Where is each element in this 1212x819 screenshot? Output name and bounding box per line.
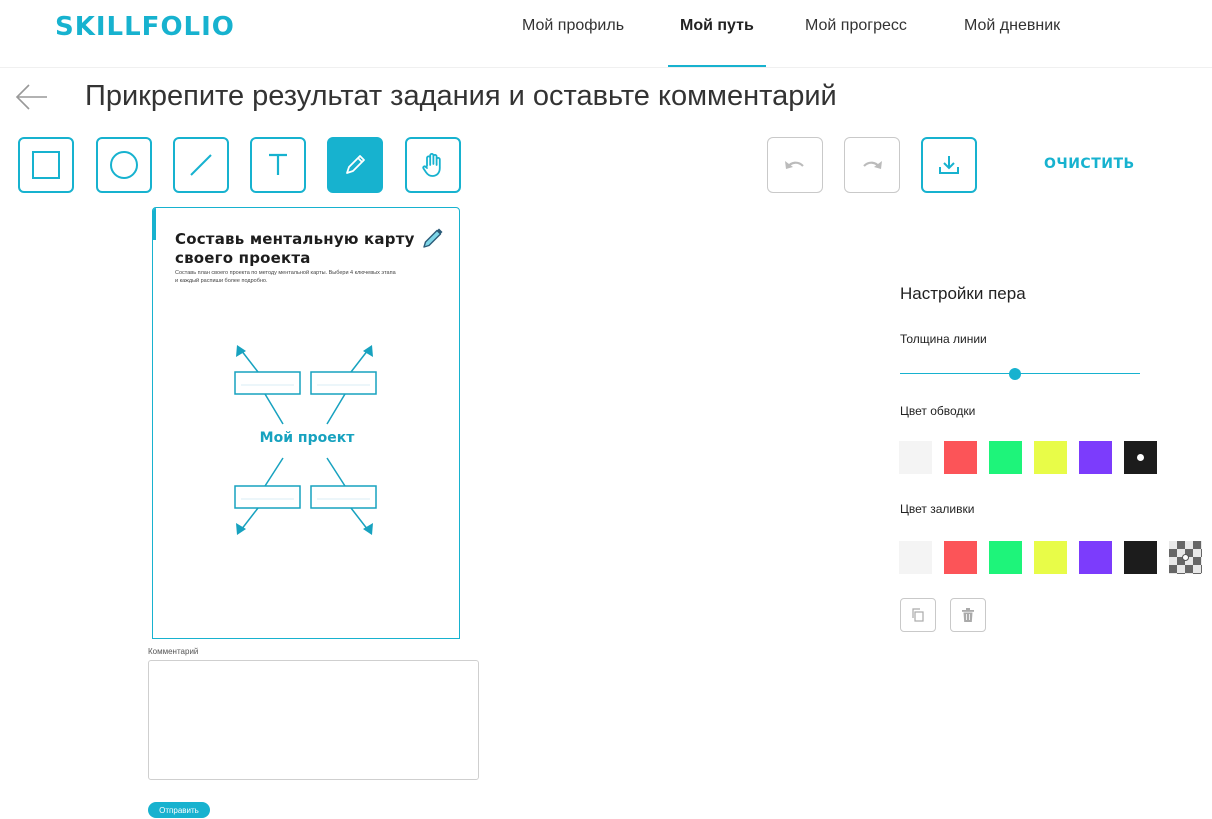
fill-color-swatch[interactable] — [989, 541, 1022, 574]
fill-color-swatch[interactable] — [1079, 541, 1112, 574]
download-button[interactable] — [921, 137, 977, 193]
fill-color-label: Цвет заливки — [900, 502, 975, 516]
fill-color-swatch[interactable] — [899, 541, 932, 574]
drawing-canvas[interactable]: Составь ментальную карту своего проекта … — [152, 207, 460, 639]
thickness-label: Толщина линии — [900, 332, 987, 346]
circle-tool-button[interactable] — [96, 137, 152, 193]
canvas-accent-bar — [153, 208, 156, 240]
text-icon — [269, 153, 287, 175]
copy-icon — [912, 608, 924, 622]
hand-icon — [422, 153, 441, 177]
back-arrow-icon[interactable] — [15, 80, 49, 114]
card-title: Составь ментальную карту своего проекта — [175, 230, 415, 267]
mind-map-center-label: Мой проект — [259, 430, 355, 446]
trash-icon — [962, 608, 974, 622]
download-icon — [939, 156, 959, 174]
fill-color-swatch[interactable] — [1169, 541, 1202, 574]
pen-settings-title: Настройки пера — [900, 284, 1026, 303]
delete-button[interactable] — [950, 598, 986, 632]
undo-icon — [785, 161, 804, 169]
line-tool-button[interactable] — [173, 137, 229, 193]
header-divider — [0, 67, 1212, 68]
send-button[interactable]: Отправить — [148, 802, 210, 818]
nav-my-diary[interactable]: Мой дневник — [964, 17, 1060, 35]
rectangle-icon — [32, 151, 60, 179]
fill-color-swatch[interactable] — [1034, 541, 1067, 574]
stroke-color-swatch[interactable] — [1124, 441, 1157, 474]
comment-label: Комментарий — [148, 647, 199, 656]
nav-my-path[interactable]: Мой путь — [680, 17, 754, 35]
fill-color-swatch[interactable] — [944, 541, 977, 574]
hand-tool-button[interactable] — [405, 137, 461, 193]
stroke-color-swatch[interactable] — [944, 441, 977, 474]
pencil-icon — [346, 155, 365, 174]
selected-indicator — [1182, 554, 1189, 561]
text-tool-button[interactable] — [250, 137, 306, 193]
stroke-color-label: Цвет обводки — [900, 404, 976, 418]
nav-my-progress[interactable]: Мой прогресс — [805, 17, 907, 35]
duplicate-button[interactable] — [900, 598, 936, 632]
clear-button[interactable]: ОЧИСТИТЬ — [1044, 156, 1135, 172]
stroke-color-swatch[interactable] — [899, 441, 932, 474]
comment-textarea[interactable] — [148, 660, 479, 780]
fill-color-swatch[interactable] — [1124, 541, 1157, 574]
circle-icon — [110, 151, 138, 179]
redo-button[interactable] — [844, 137, 900, 193]
selected-indicator — [1137, 454, 1144, 461]
redo-icon — [863, 161, 882, 169]
line-icon — [190, 154, 212, 176]
thickness-slider-handle[interactable] — [1009, 368, 1022, 380]
logo[interactable]: SKILLFOLIO — [55, 12, 235, 42]
stroke-color-swatch[interactable] — [1034, 441, 1067, 474]
pencil-icon — [421, 226, 445, 250]
pen-tool-button[interactable] — [327, 137, 383, 193]
stroke-color-swatch[interactable] — [1079, 441, 1112, 474]
stroke-color-swatch[interactable] — [989, 441, 1022, 474]
card-description: Составь план своего проекта по методу ме… — [175, 270, 396, 284]
page-title: Прикрепите результат задания и оставьте … — [85, 80, 837, 112]
undo-button[interactable] — [767, 137, 823, 193]
rectangle-tool-button[interactable] — [18, 137, 74, 193]
nav-my-profile[interactable]: Мой профиль — [522, 17, 624, 35]
